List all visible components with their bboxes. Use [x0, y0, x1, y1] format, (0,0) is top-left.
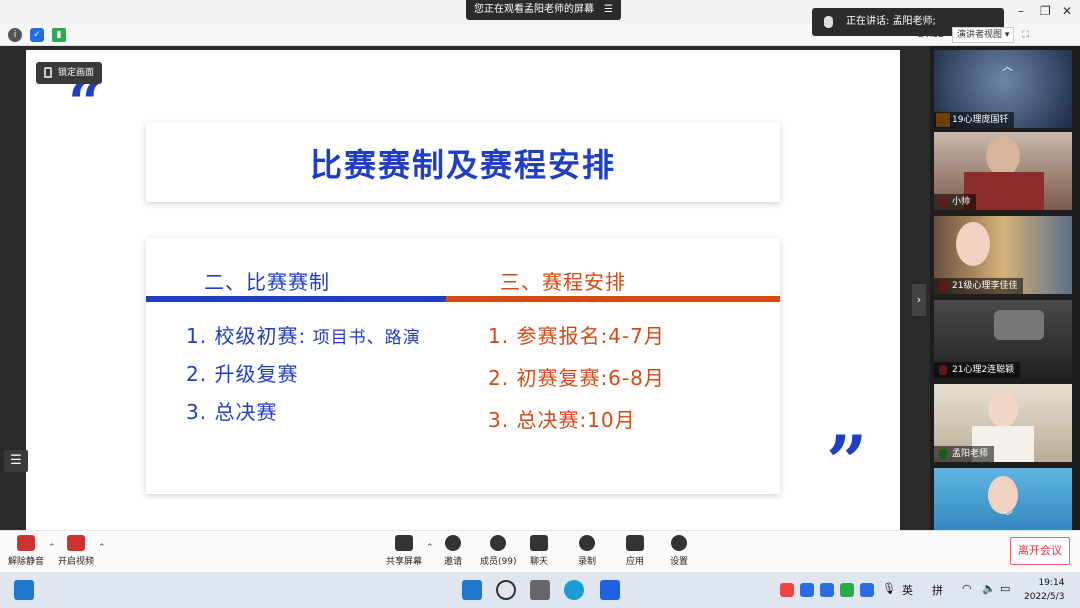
- view-controls: 24:32 演讲者视图 ▾ ⛶: [918, 27, 1029, 43]
- start-video-button[interactable]: 开启视频: [58, 535, 94, 567]
- menu-icon[interactable]: ☰: [604, 0, 613, 20]
- participant-panel: ︿ 19心理庞国钎 小帅 21级心理李佳佳 21心理2连聪颖 孟阳老师 ﹀: [930, 46, 1080, 530]
- collapse-panel-button[interactable]: ›: [912, 284, 926, 316]
- close-quote-mark: ”: [826, 419, 868, 504]
- info-icon[interactable]: i: [8, 28, 22, 42]
- edge-icon[interactable]: [564, 580, 584, 600]
- viewing-text: 您正在观看孟阳老师的屏幕: [474, 4, 594, 15]
- audio-options-caret[interactable]: ⌃: [48, 543, 56, 553]
- meeting-controls: 解除静音 ⌃ 开启视频 ⌃ 共享屏幕 ⌃ 邀请 成员(99) 聊天 录制 应用 …: [0, 530, 1080, 572]
- blue-divider: [146, 296, 446, 302]
- video-options-caret[interactable]: ⌃: [98, 543, 106, 553]
- camera-off-icon: [67, 535, 85, 551]
- participant-tile[interactable]: ︿ 19心理庞国钎: [934, 50, 1072, 128]
- tray-app-icon[interactable]: [860, 583, 874, 597]
- record-button[interactable]: 录制: [578, 535, 596, 567]
- gear-icon: [671, 535, 687, 551]
- presentation-slide: 锁定画面 “ 比赛赛制及赛程安排 二、比赛赛制 三、赛程安排 1. 校级初赛: …: [26, 50, 900, 530]
- speaking-text: 正在讲话: 孟阳老师;: [846, 16, 936, 27]
- shield-icon[interactable]: ✓: [30, 28, 44, 42]
- title-card: 比赛赛制及赛程安排: [146, 122, 780, 202]
- unmute-button[interactable]: 解除静音: [8, 535, 44, 567]
- chat-icon: [530, 535, 548, 551]
- chat-button[interactable]: 聊天: [530, 535, 548, 567]
- right-item-3: 3. 总决赛:10月: [488, 408, 636, 432]
- slide-title: 比赛赛制及赛程安排: [309, 146, 616, 184]
- apps-button[interactable]: 应用: [626, 535, 644, 567]
- clock-date: 2022/5/3: [1024, 592, 1065, 602]
- share-screen-button[interactable]: 共享屏幕: [386, 535, 422, 567]
- participant-name: 21心理2连聪颖: [934, 362, 1021, 378]
- invite-button[interactable]: 邀请: [444, 535, 462, 567]
- left-item-1: 1. 校级初赛: 项目书、路演: [186, 324, 421, 348]
- shared-screen: 锁定画面 “ 比赛赛制及赛程安排 二、比赛赛制 三、赛程安排 1. 校级初赛: …: [0, 46, 930, 530]
- pin-icon: [44, 67, 52, 78]
- scroll-up-icon[interactable]: ︿: [1002, 58, 1013, 74]
- mic-tray-icon[interactable]: 🎙: [882, 582, 896, 595]
- muted-mic-icon: [17, 535, 35, 551]
- clock-time: 19:14: [1038, 578, 1065, 588]
- screen: 您正在观看孟阳老师的屏幕 ☰ – ❐ ✕ i ✓ ▮ 正在讲话: 孟阳老师; 2…: [0, 0, 1080, 608]
- participant-name: 小帅: [934, 194, 977, 210]
- scroll-down-icon[interactable]: ﹀: [1002, 508, 1013, 524]
- fullscreen-icon[interactable]: ⛶: [1022, 30, 1028, 40]
- settings-button[interactable]: 设置: [670, 535, 688, 567]
- participant-tile[interactable]: ﹀: [934, 468, 1072, 530]
- share-screen-icon: [395, 535, 413, 551]
- taskbar: 🎙 英 拼 ◠ 🔈 ▭ 19:14 2022/5/3: [0, 572, 1080, 608]
- content-card: 二、比赛赛制 三、赛程安排 1. 校级初赛: 项目书、路演 2. 升级复赛 3.…: [146, 238, 780, 494]
- tray-app-icon[interactable]: [820, 583, 834, 597]
- lock-view-label: 锁定画面: [58, 68, 95, 78]
- lock-view-button[interactable]: 锁定画面: [36, 62, 103, 84]
- windows-start-icon[interactable]: [14, 580, 34, 600]
- wechat-icon[interactable]: [840, 583, 854, 597]
- minimize-icon[interactable]: –: [1018, 4, 1024, 18]
- meeting-app-icon[interactable]: [600, 580, 620, 600]
- orange-divider: [446, 296, 780, 302]
- ime-language[interactable]: 英: [902, 582, 913, 598]
- participant-tile[interactable]: 小帅: [934, 132, 1072, 210]
- members-icon: [490, 535, 507, 551]
- right-heading: 三、赛程安排: [500, 270, 626, 294]
- viewing-banner[interactable]: 您正在观看孟阳老师的屏幕 ☰: [466, 0, 621, 20]
- left-heading: 二、比赛赛制: [204, 270, 330, 294]
- participant-tile[interactable]: 孟阳老师: [934, 384, 1072, 462]
- leave-meeting-button[interactable]: 离开会议: [1010, 537, 1070, 565]
- apps-icon: [626, 535, 644, 551]
- mic-icon: [824, 16, 833, 28]
- left-item-3: 3. 总决赛: [186, 400, 278, 424]
- volume-icon[interactable]: 🔈: [982, 582, 996, 595]
- meeting-timer: 24:32: [918, 30, 944, 40]
- right-item-2: 2. 初赛复赛:6-8月: [488, 366, 665, 390]
- signal-icon[interactable]: ▮: [52, 28, 66, 42]
- record-icon: [579, 535, 595, 551]
- search-icon[interactable]: [496, 580, 516, 600]
- tray-app-icon[interactable]: [800, 583, 814, 597]
- participant-name: 孟阳老师: [934, 446, 995, 462]
- view-mode-select[interactable]: 演讲者视图 ▾: [951, 27, 1015, 43]
- battery-icon[interactable]: ▭: [1000, 582, 1010, 595]
- left-item-2: 2. 升级复赛: [186, 362, 299, 386]
- taskbar-clock[interactable]: 19:14 2022/5/3: [1024, 576, 1064, 604]
- tray-app-icon[interactable]: [780, 583, 794, 597]
- ime-mode[interactable]: 拼: [932, 582, 943, 598]
- invite-icon: [445, 535, 461, 551]
- wifi-icon[interactable]: ◠: [962, 582, 972, 595]
- restore-icon[interactable]: ❐: [1040, 4, 1051, 18]
- share-options-caret[interactable]: ⌃: [426, 543, 434, 553]
- participant-name: 21级心理李佳佳: [934, 278, 1024, 294]
- list-toggle-button[interactable]: ☰: [4, 450, 28, 472]
- members-button[interactable]: 成员(99): [480, 535, 516, 567]
- windows-start-icon[interactable]: [462, 580, 482, 600]
- participant-tile[interactable]: 21心理2连聪颖: [934, 300, 1072, 378]
- participant-tile[interactable]: 21级心理李佳佳: [934, 216, 1072, 294]
- close-icon[interactable]: ✕: [1062, 4, 1072, 18]
- right-item-1: 1. 参赛报名:4-7月: [488, 324, 665, 348]
- task-view-icon[interactable]: [530, 580, 550, 600]
- participant-name: 19心理庞国钎: [934, 112, 1015, 128]
